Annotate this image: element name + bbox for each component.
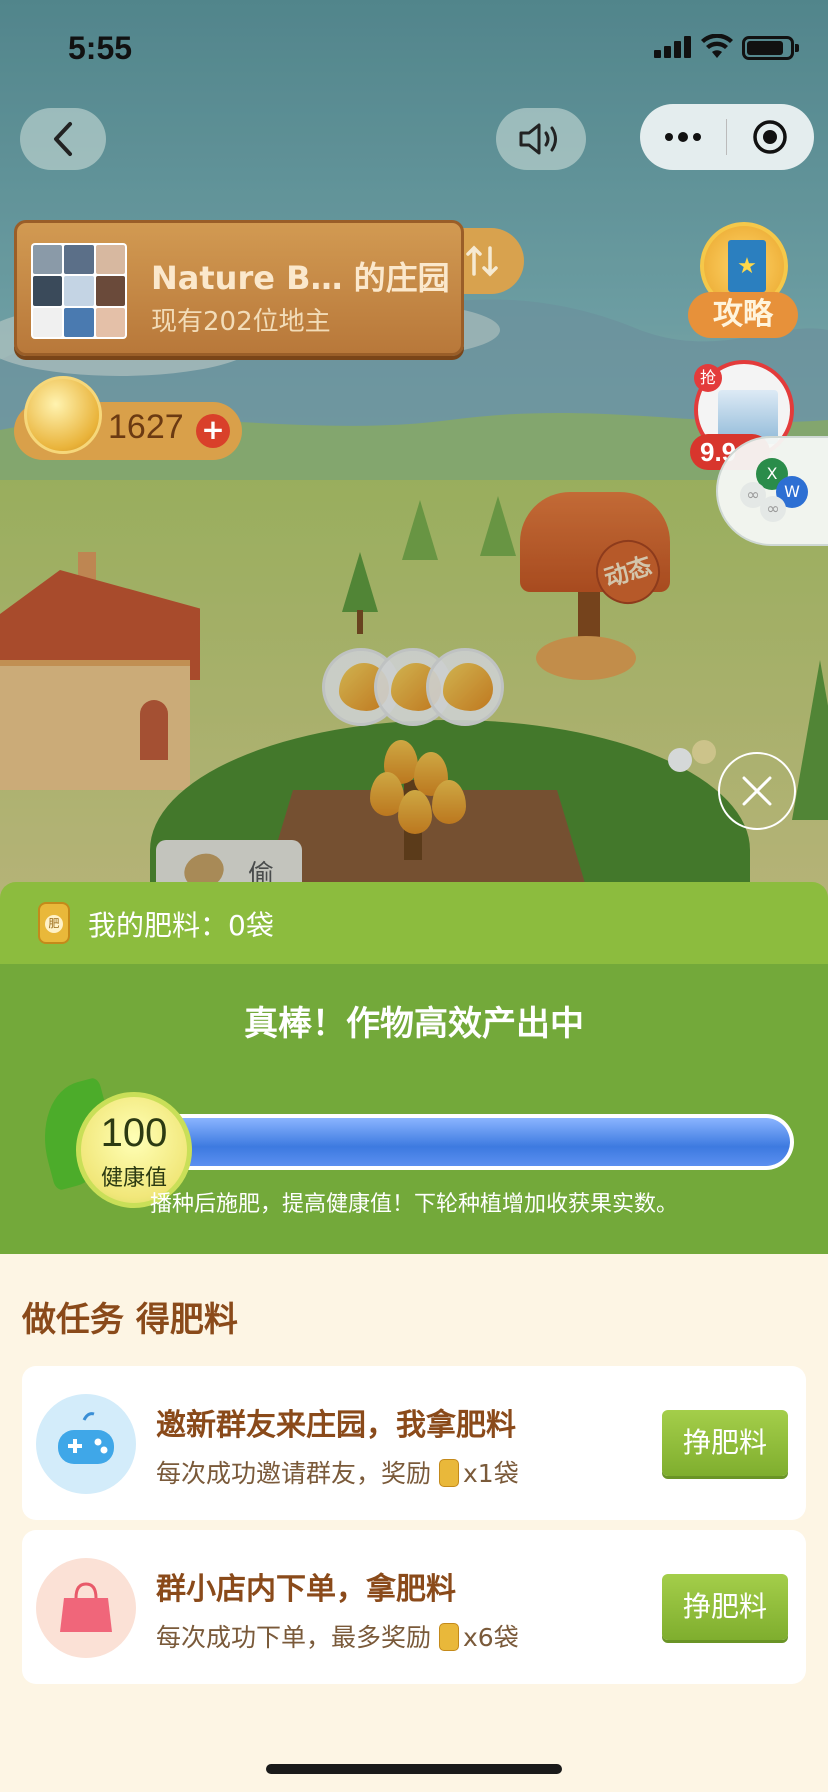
shopping-bag-icon: [36, 1558, 136, 1658]
chevron-left-icon: [54, 122, 72, 156]
fertilizer-bag-icon: [439, 1459, 460, 1487]
task-card: 群小店内下单，拿肥料 每次成功下单，最多奖励 x6袋 挣肥料: [22, 1530, 806, 1684]
link-icon: ∞: [760, 496, 786, 522]
tasks-section: 做任务 得肥料 邀新群友来庄园，我拿肥料 每次成功邀请群友，奖励 x1袋 挣肥料: [0, 1254, 828, 1792]
add-coins-icon[interactable]: +: [196, 414, 230, 448]
close-miniprogram-button[interactable]: [727, 104, 813, 170]
gamepad-icon: [36, 1394, 136, 1494]
swap-arrows-icon: [466, 245, 498, 277]
health-tip: 播种后施肥，提高健康值！下轮种植增加收获果实数。: [149, 1192, 678, 1217]
cellular-signal-icon: [654, 36, 691, 58]
farm-scene: 动态 偷 5:55 Nature B… 的庄园 现有202位地主 1627 + …: [0, 0, 828, 900]
task-title: 群小店内下单，拿肥料: [156, 1572, 456, 1607]
close-panel-button[interactable]: [718, 752, 796, 830]
task-desc-text: 每次成功下单，最多奖励: [156, 1623, 432, 1652]
health-value: 100: [100, 1111, 168, 1155]
floating-document-window[interactable]: [716, 436, 828, 546]
health-progress-fill: [154, 1118, 790, 1166]
farm-sign[interactable]: Nature B… 的庄园 现有202位地主: [14, 220, 464, 356]
miniprogram-capsule: [640, 104, 814, 170]
home-indicator[interactable]: [266, 1764, 562, 1774]
coin-count: 1627: [108, 408, 184, 446]
gamepad-glyph: [58, 1412, 114, 1464]
my-fertilizer-bar: 我的肥料：0袋: [0, 882, 828, 964]
more-dots-icon: [665, 132, 701, 142]
penguin-coin-icon: [24, 376, 102, 454]
task-desc: 每次成功邀请群友，奖励 x1袋: [156, 1454, 519, 1491]
farm-title: Nature B… 的庄园: [151, 259, 450, 297]
health-progress-bar: [150, 1114, 794, 1170]
close-icon: [742, 776, 772, 806]
task-desc: 每次成功下单，最多奖励 x6袋: [156, 1618, 519, 1655]
fertilizer-count: 我的肥料：0袋: [88, 909, 274, 942]
group-avatar: [31, 243, 127, 339]
status-bar: 5:55: [0, 0, 828, 100]
wifi-icon: [701, 34, 733, 58]
task-title: 邀新群友来庄园，我拿肥料: [156, 1408, 516, 1443]
health-section: 真棒！作物高效产出中 100 健康值 播种后施肥，提高健康值！下轮种植增加收获果…: [0, 964, 828, 1254]
fertilizer-bag-icon: [439, 1623, 460, 1651]
health-headline: 真棒！作物高效产出中: [244, 1004, 584, 1044]
farm-owner-count: 现有202位地主: [151, 307, 331, 337]
task-desc-text: 每次成功邀请群友，奖励: [156, 1459, 432, 1488]
task-reward: x1袋: [463, 1459, 519, 1488]
promo-grab-badge: 抢: [694, 364, 722, 392]
fertilizer-bag-icon: [38, 902, 70, 944]
fertilizer-panel: 我的肥料：0袋 真棒！作物高效产出中 100 健康值 播种后施肥，提高健康值！下…: [0, 882, 828, 1792]
guide-button[interactable]: 攻略: [688, 292, 798, 338]
back-button[interactable]: [20, 108, 106, 170]
target-icon: [753, 120, 787, 154]
more-button[interactable]: [640, 104, 726, 170]
shopping-bag-glyph: [60, 1582, 112, 1632]
tasks-title: 做任务 得肥料: [22, 1300, 238, 1340]
earn-fertilizer-button[interactable]: 挣肥料: [662, 1410, 788, 1476]
task-card: 邀新群友来庄园，我拿肥料 每次成功邀请群友，奖励 x1袋 挣肥料: [22, 1366, 806, 1520]
battery-icon: [742, 36, 799, 60]
earn-fertilizer-button[interactable]: 挣肥料: [662, 1574, 788, 1640]
sound-button[interactable]: [496, 108, 586, 170]
status-time: 5:55: [68, 30, 133, 66]
task-reward: x6袋: [463, 1623, 519, 1652]
speaker-icon: [519, 123, 557, 155]
